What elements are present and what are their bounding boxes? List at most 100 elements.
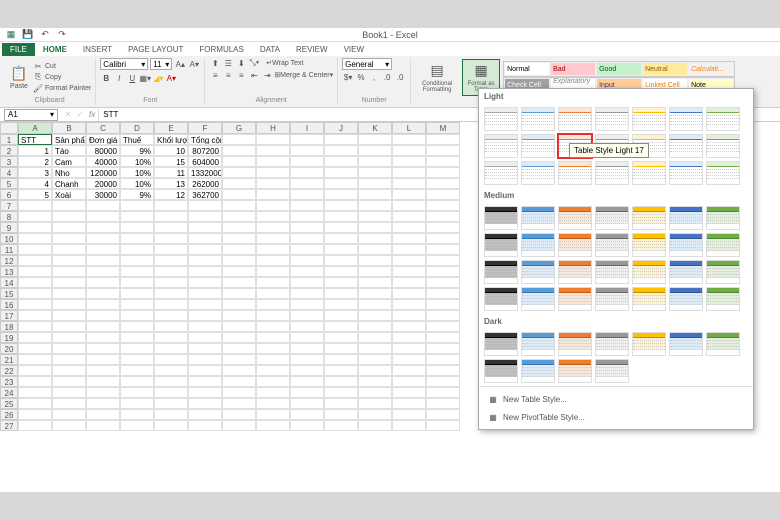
cell-A5[interactable]: 4 [18, 178, 52, 189]
table-style-swatch[interactable] [669, 233, 703, 257]
cell-A25[interactable] [18, 398, 52, 409]
cell-I14[interactable] [290, 277, 324, 288]
cell-K20[interactable] [358, 343, 392, 354]
row-header-2[interactable]: 2 [0, 145, 18, 156]
tab-review[interactable]: REVIEW [288, 43, 336, 56]
fill-color-button[interactable]: ◢▾ [152, 72, 164, 84]
cell-F13[interactable] [188, 266, 222, 277]
cell-F2[interactable]: 807200 [188, 145, 222, 156]
cell-E11[interactable] [154, 244, 188, 255]
tab-data[interactable]: DATA [252, 43, 288, 56]
cell-D7[interactable] [120, 200, 154, 211]
cell-H2[interactable] [256, 145, 290, 156]
cell-B10[interactable] [52, 233, 86, 244]
cell-E14[interactable] [154, 277, 188, 288]
cell-J16[interactable] [324, 299, 358, 310]
cell-F9[interactable] [188, 222, 222, 233]
cell-J4[interactable] [324, 167, 358, 178]
row-header-17[interactable]: 17 [0, 310, 18, 321]
cell-J7[interactable] [324, 200, 358, 211]
cell-A18[interactable] [18, 321, 52, 332]
cell-F23[interactable] [188, 376, 222, 387]
tab-view[interactable]: VIEW [336, 43, 372, 56]
shrink-font-button[interactable]: A▾ [188, 58, 200, 70]
cell-I16[interactable] [290, 299, 324, 310]
cell-D14[interactable] [120, 277, 154, 288]
undo-icon[interactable]: ↶ [38, 29, 52, 41]
table-style-swatch[interactable] [669, 161, 703, 185]
style-bad[interactable]: Bad [550, 62, 596, 76]
cell-E6[interactable]: 12 [154, 189, 188, 200]
cell-M18[interactable] [426, 321, 460, 332]
cell-C13[interactable] [86, 266, 120, 277]
cell-F3[interactable]: 604000 [188, 156, 222, 167]
cell-L17[interactable] [392, 310, 426, 321]
table-style-swatch[interactable] [669, 107, 703, 131]
cell-H20[interactable] [256, 343, 290, 354]
underline-button[interactable]: U [126, 72, 138, 84]
cell-D6[interactable]: 9% [120, 189, 154, 200]
cell-G5[interactable] [222, 178, 256, 189]
cell-B18[interactable] [52, 321, 86, 332]
row-header-21[interactable]: 21 [0, 354, 18, 365]
cell-E2[interactable]: 10 [154, 145, 188, 156]
cell-I4[interactable] [290, 167, 324, 178]
cell-E3[interactable]: 15 [154, 156, 188, 167]
dec-decimal-button[interactable]: .0 [394, 72, 406, 82]
cell-D5[interactable]: 10% [120, 178, 154, 189]
cell-D24[interactable] [120, 387, 154, 398]
cell-J5[interactable] [324, 178, 358, 189]
cell-A19[interactable] [18, 332, 52, 343]
cell-C20[interactable] [86, 343, 120, 354]
italic-button[interactable]: I [113, 72, 125, 84]
cell-I2[interactable] [290, 145, 324, 156]
cell-A21[interactable] [18, 354, 52, 365]
col-header-M[interactable]: M [426, 122, 460, 134]
table-style-swatch[interactable] [595, 332, 629, 356]
cell-H8[interactable] [256, 211, 290, 222]
cell-J27[interactable] [324, 420, 358, 431]
comma-button[interactable]: , [368, 72, 380, 82]
table-style-swatch[interactable] [706, 233, 740, 257]
cell-K4[interactable] [358, 167, 392, 178]
cell-G21[interactable] [222, 354, 256, 365]
new-table-style-button[interactable]: ▦New Table Style... [484, 390, 748, 408]
cell-J9[interactable] [324, 222, 358, 233]
cell-A13[interactable] [18, 266, 52, 277]
cell-F1[interactable]: Tổng cộng [188, 134, 222, 145]
table-style-swatch[interactable] [595, 233, 629, 257]
cell-G1[interactable] [222, 134, 256, 145]
col-header-L[interactable]: L [392, 122, 426, 134]
cell-E4[interactable]: 11 [154, 167, 188, 178]
cell-B8[interactable] [52, 211, 86, 222]
cell-D12[interactable] [120, 255, 154, 266]
cell-B1[interactable]: Sản phẩm [52, 134, 86, 145]
cell-C1[interactable]: Đơn giá [86, 134, 120, 145]
cell-C19[interactable] [86, 332, 120, 343]
table-style-swatch[interactable] [484, 287, 518, 311]
cell-K24[interactable] [358, 387, 392, 398]
cell-M7[interactable] [426, 200, 460, 211]
cell-I11[interactable] [290, 244, 324, 255]
cell-L13[interactable] [392, 266, 426, 277]
cell-M20[interactable] [426, 343, 460, 354]
table-style-swatch[interactable] [484, 332, 518, 356]
cell-L1[interactable] [392, 134, 426, 145]
cell-F7[interactable] [188, 200, 222, 211]
cell-A6[interactable]: 5 [18, 189, 52, 200]
table-style-swatch[interactable] [632, 233, 666, 257]
cell-J18[interactable] [324, 321, 358, 332]
cell-K11[interactable] [358, 244, 392, 255]
cell-L23[interactable] [392, 376, 426, 387]
wrap-text-button[interactable]: ↵ Wrap Text [266, 58, 303, 68]
cell-A12[interactable] [18, 255, 52, 266]
cell-C15[interactable] [86, 288, 120, 299]
cell-C4[interactable]: 120000 [86, 167, 120, 178]
cell-F24[interactable] [188, 387, 222, 398]
cell-K26[interactable] [358, 409, 392, 420]
table-style-swatch[interactable] [558, 332, 592, 356]
cell-C3[interactable]: 40000 [86, 156, 120, 167]
cell-C2[interactable]: 80000 [86, 145, 120, 156]
cell-J1[interactable] [324, 134, 358, 145]
cell-D2[interactable]: 9% [120, 145, 154, 156]
